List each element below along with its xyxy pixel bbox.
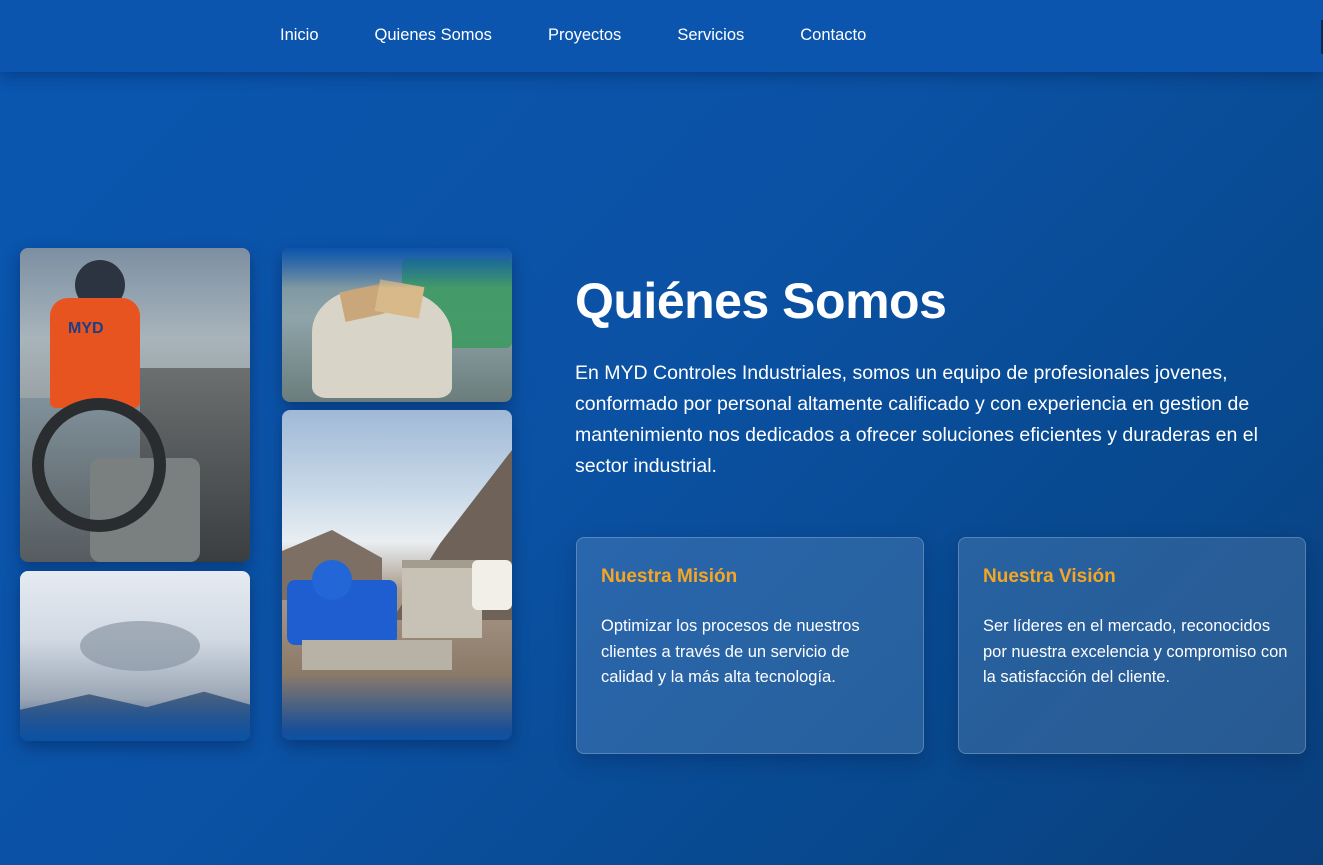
nav-link-contacto[interactable]: Contacto (800, 26, 866, 45)
navbar: Inicio Quienes Somos Proyectos Servicios… (0, 0, 1323, 72)
mision-text: Optimizar los procesos de nuestros clien… (601, 617, 860, 686)
vision-card: Nuestra Visión Ser líderes en el mercado… (958, 537, 1306, 754)
photo-operator-vehicle: MYD (20, 248, 250, 562)
nav-link-quienes-somos[interactable]: Quienes Somos (375, 26, 492, 45)
main-nav: Inicio Quienes Somos Proyectos Servicios… (280, 26, 922, 45)
section-description: En MYD Controles Industriales, somos un … (575, 362, 1258, 477)
nav-link-servicios[interactable]: Servicios (677, 26, 744, 45)
vision-text: Ser líderes en el mercado, reconocidos p… (983, 617, 1288, 686)
photo-industrial-site (282, 410, 512, 740)
nav-link-proyectos[interactable]: Proyectos (548, 26, 621, 45)
vision-title: Nuestra Visión (983, 566, 1116, 587)
vest-logo-text: MYD (68, 320, 104, 337)
photo-materials-bags (282, 248, 512, 402)
mision-card: Nuestra Misión Optimizar los procesos de… (576, 537, 924, 754)
photo-cloudy-sky (20, 571, 250, 741)
nav-link-inicio[interactable]: Inicio (280, 26, 319, 45)
mision-title: Nuestra Misión (601, 566, 738, 587)
section-title: Quiénes Somos (575, 273, 947, 329)
